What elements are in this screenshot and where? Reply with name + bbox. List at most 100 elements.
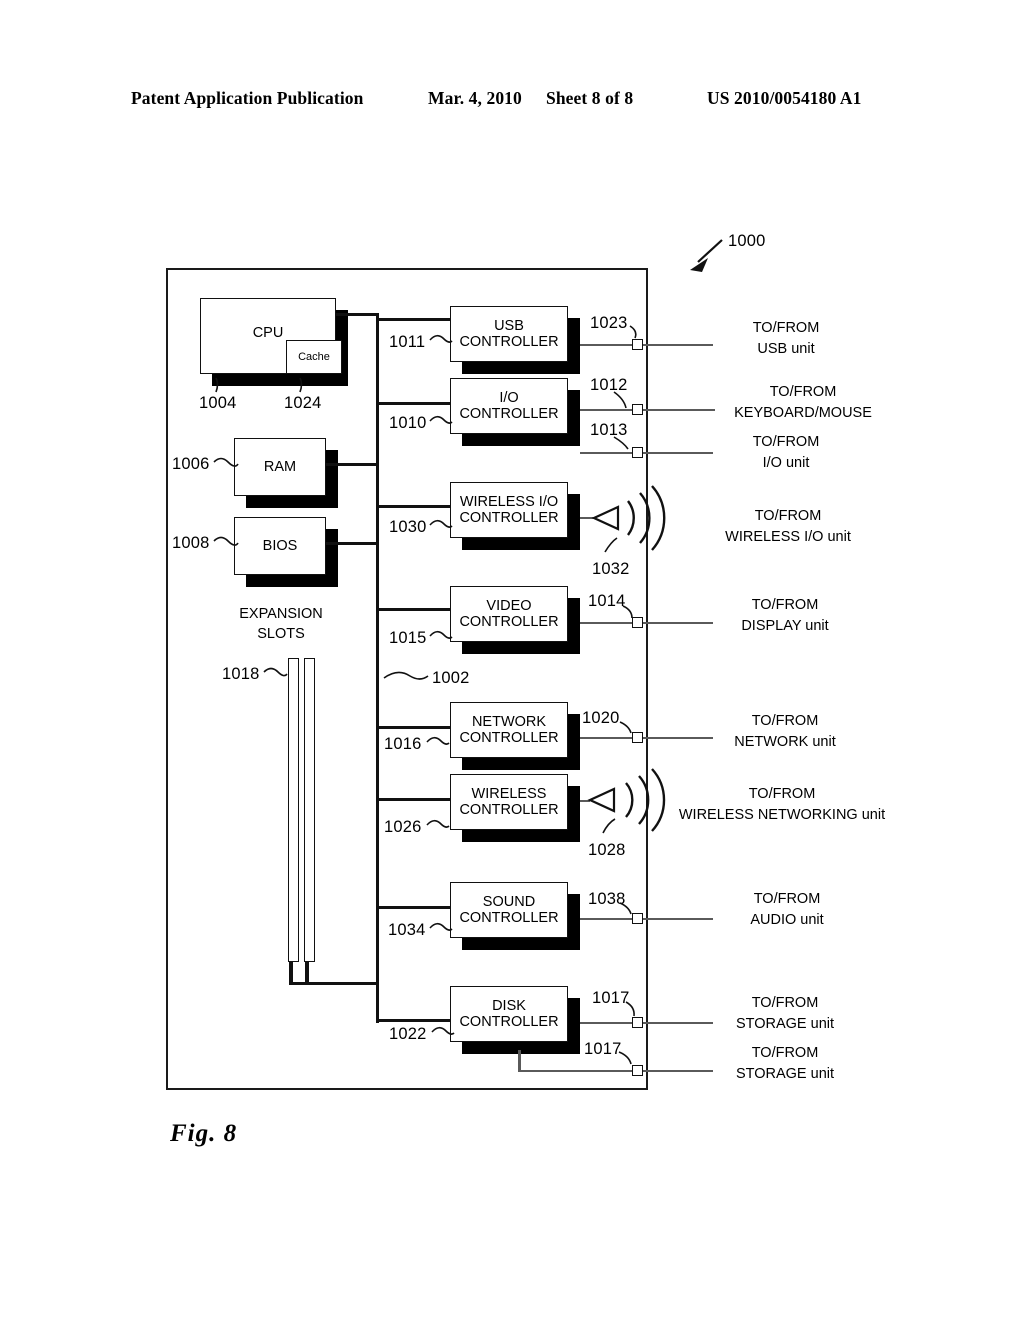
storage-2-port-lead-left — [518, 1070, 638, 1072]
network-controller-label-line1: NETWORK — [471, 713, 547, 730]
display-port-connector — [632, 617, 643, 628]
io-controller-bus-branch — [376, 402, 452, 405]
video-controller-label-line2: CONTROLLER — [459, 614, 559, 630]
disk-controller-label-line2: CONTROLLER — [459, 1014, 559, 1030]
display-port-lead-left — [580, 622, 638, 624]
usb-controller-reference-numeral: 1011 — [389, 333, 426, 351]
disk-controller-label-line1: DISK — [492, 997, 526, 1014]
storage-1-port-connector — [632, 1017, 643, 1028]
expansion-slots-reference-numeral: 1018 — [222, 665, 260, 683]
display-port-description-line1: TO/FROM — [751, 597, 819, 613]
system-bus-vertical — [376, 313, 379, 1023]
wireless-io-antenna-lead — [580, 517, 594, 519]
bios-bus-connection — [326, 542, 378, 545]
publication-header: Patent Application Publication Mar. 4, 2… — [0, 88, 1024, 114]
storage-1-port-description-line1: TO/FROM — [751, 995, 819, 1011]
io-port-description-line1: TO/FROM — [752, 434, 820, 450]
wireless-network-antenna-lead — [580, 800, 590, 802]
storage-2-port-lead-right — [643, 1070, 713, 1072]
header-publication-title: Patent Application Publication — [131, 88, 364, 108]
audio-port-description-line1: TO/FROM — [753, 891, 821, 907]
io-port-lead-left — [580, 452, 638, 454]
system-leader-arrow — [690, 239, 723, 272]
bus-reference-numeral: 1002 — [432, 669, 470, 687]
usb-controller-label-line2: CONTROLLER — [459, 334, 559, 350]
usb-controller-block: USB CONTROLLER — [450, 306, 568, 362]
ram-block: RAM — [234, 438, 326, 496]
wireless-io-port-reference-numeral: 1032 — [592, 560, 630, 578]
storage-2-port-reference-numeral: 1017 — [584, 1040, 622, 1058]
keyboard-port-reference-numeral: 1012 — [590, 376, 628, 394]
io-port-reference-numeral: 1013 — [590, 421, 628, 439]
network-port-description-line2: NETWORK unit — [734, 734, 836, 751]
network-port-reference-numeral: 1020 — [582, 709, 620, 727]
wireless-io-controller-block: WIRELESS I/O CONTROLLER — [450, 482, 568, 538]
disk-controller-block: DISK CONTROLLER — [450, 986, 568, 1042]
io-controller-label-line1: I/O — [499, 389, 519, 406]
video-controller-bus-branch — [376, 608, 452, 611]
audio-port-connector — [632, 913, 643, 924]
disk-controller-bus-branch — [376, 1019, 452, 1022]
expansion-slots-label-line1: EXPANSION — [239, 606, 323, 622]
io-port-lead-right — [643, 452, 713, 454]
network-controller-reference-numeral: 1016 — [384, 735, 422, 753]
keyboard-port-lead-right — [643, 409, 715, 411]
storage-2-port-description-line2: STORAGE unit — [735, 1066, 835, 1083]
cpu-label: CPU — [252, 325, 284, 341]
bios-label: BIOS — [262, 537, 298, 554]
disk-controller-reference-numeral: 1022 — [389, 1025, 427, 1043]
keyboard-port-description-line1: TO/FROM — [769, 384, 837, 400]
io-controller-label-line2: CONTROLLER — [459, 406, 559, 422]
wireless-controller-bus-branch — [376, 798, 452, 801]
usb-port-reference-numeral: 1023 — [590, 314, 628, 332]
sound-controller-reference-numeral: 1034 — [388, 921, 426, 939]
usb-port-lead-right — [643, 344, 713, 346]
io-port-connector — [632, 447, 643, 458]
expansion-slot-2 — [304, 658, 315, 962]
wireless-io-controller-bus-branch — [376, 505, 452, 508]
keyboard-port-connector — [632, 404, 643, 415]
audio-port-reference-numeral: 1038 — [588, 890, 626, 908]
wireless-io-controller-label-line1: WIRELESS I/O — [459, 493, 559, 510]
usb-port-description-line2: USB unit — [757, 341, 815, 358]
system-reference-numeral: 1000 — [728, 232, 766, 250]
bios-reference-numeral: 1008 — [172, 534, 210, 552]
audio-port-lead-left — [580, 918, 638, 920]
display-port-lead-right — [643, 622, 713, 624]
video-controller-block: VIDEO CONTROLLER — [450, 586, 568, 642]
sound-controller-block: SOUND CONTROLLER — [450, 882, 568, 938]
sound-controller-label-line1: SOUND — [482, 893, 536, 910]
keyboard-port-description-line2: KEYBOARD/MOUSE — [734, 405, 872, 422]
storage-1-port-description-line2: STORAGE unit — [735, 1016, 835, 1033]
wireless-controller-reference-numeral: 1026 — [384, 818, 422, 836]
network-port-description-line1: TO/FROM — [751, 713, 819, 729]
network-controller-bus-branch — [376, 726, 452, 729]
figure-caption: Fig. 8 — [170, 1120, 238, 1147]
wireless-controller-label-line1: WIRELESS — [471, 785, 547, 802]
storage-2-port-lead-drop — [518, 1050, 521, 1072]
network-port-lead-right — [643, 737, 713, 739]
audio-port-lead-right — [643, 918, 713, 920]
usb-port-connector — [632, 339, 643, 350]
sound-controller-bus-branch — [376, 906, 452, 909]
expansion-slots-label-line2: SLOTS — [257, 625, 305, 642]
video-controller-reference-numeral: 1015 — [389, 629, 427, 647]
wireless-io-controller-reference-numeral: 1030 — [389, 518, 427, 536]
network-controller-label-line2: CONTROLLER — [459, 730, 559, 746]
cpu-bus-connection — [336, 313, 378, 316]
cache-reference-numeral: 1024 — [284, 394, 322, 412]
expansion-slot-1 — [288, 658, 299, 962]
ram-label: RAM — [263, 458, 297, 475]
header-date: Mar. 4, 2010 — [428, 88, 522, 108]
display-port-description-line2: DISPLAY unit — [741, 618, 829, 635]
network-port-lead-left — [580, 737, 638, 739]
audio-port-description-line2: AUDIO unit — [750, 912, 824, 929]
display-port-reference-numeral: 1014 — [588, 592, 626, 610]
io-controller-reference-numeral: 1010 — [389, 414, 427, 432]
wireless-network-port-description-line2: WIRELESS NETWORKING unit — [678, 807, 886, 824]
expansion-slots-bus-connection — [289, 982, 379, 985]
storage-1-port-reference-numeral: 1017 — [592, 989, 630, 1007]
network-controller-block: NETWORK CONTROLLER — [450, 702, 568, 758]
io-controller-block: I/O CONTROLLER — [450, 378, 568, 434]
video-controller-label-line1: VIDEO — [486, 597, 532, 614]
